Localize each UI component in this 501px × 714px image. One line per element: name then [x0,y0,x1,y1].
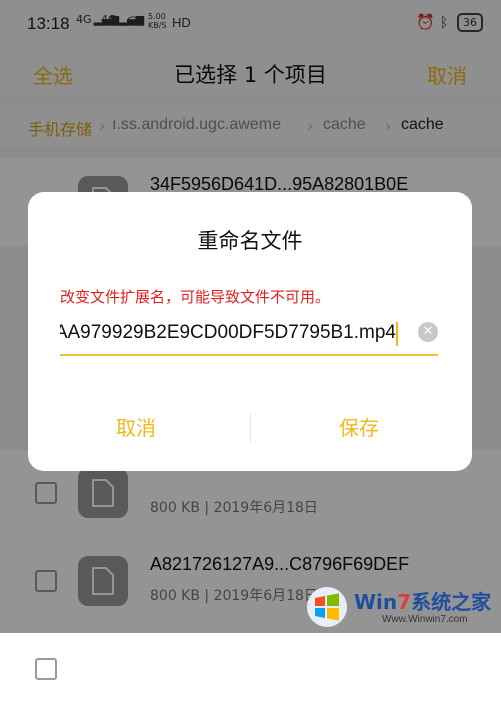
row-checkbox[interactable] [35,658,57,680]
watermark: Win7系统之家 Www.Winwin7.com [302,580,501,633]
filename-input[interactable]: AA979929B2E9CD00DF5D7795B1.mp4 [60,318,438,356]
windows-logo-icon [307,587,347,627]
save-button[interactable]: 保存 [339,412,379,441]
filename-value: AA979929B2E9CD00DF5D7795B1.mp4 [60,322,396,343]
dialog-title: 重命名文件 [197,229,303,253]
cancel-button[interactable]: 取消 [116,412,156,441]
clear-icon[interactable]: ✕ [418,322,438,342]
file-row[interactable] [0,626,501,714]
rename-file-dialog: 重命名文件 改变文件扩展名，可能导致文件不可用。 AA979929B2E9CD0… [28,192,472,471]
watermark-url: Www.Winwin7.com [382,614,468,625]
watermark-brand: Win7系统之家 [354,590,492,614]
extension-warning: 改变文件扩展名，可能导致文件不可用。 [60,288,331,306]
button-divider [250,414,251,442]
text-caret [396,322,398,346]
